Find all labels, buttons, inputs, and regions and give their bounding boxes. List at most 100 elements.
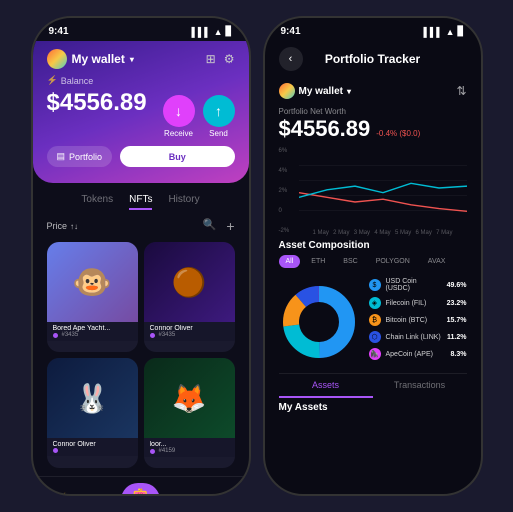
status-icons-right: ▌▌▌ ▲ ▊: [424, 26, 465, 37]
nav-item-grid[interactable]: ⊞: [180, 492, 192, 497]
right-wallet-name[interactable]: My wallet ▾: [279, 83, 351, 99]
signal-icon-right: ▌▌▌: [424, 27, 443, 37]
nft-name-3: Connor Oliver: [53, 441, 132, 448]
battery-icon-right: ▊: [458, 26, 465, 37]
nav-item-wallet[interactable]: 👛 Wallet: [121, 483, 160, 496]
pnw-amount: $4556.89: [279, 116, 371, 142]
nft-name-4: loor...: [150, 441, 229, 448]
legend-icon-ape: 🦍: [369, 348, 381, 360]
nft-card-3[interactable]: 🐰 Connor Oliver: [47, 358, 138, 468]
legend-name-4: ApeCoin (APE): [386, 351, 446, 358]
portfolio-button[interactable]: ▤ Portfolio: [47, 146, 113, 167]
receive-circle: ↓: [163, 95, 195, 127]
nft-image-3: 🐰: [47, 358, 138, 438]
nav-item-chat[interactable]: 💬: [211, 492, 228, 497]
nft-card-1[interactable]: 🐵 Bored Ape Yacht... #3435: [47, 242, 138, 352]
portfolio-buy-row: ▤ Portfolio Buy: [47, 146, 235, 167]
portfolio-icon: ▤: [57, 151, 66, 162]
price-sort[interactable]: Price ↑↓: [47, 221, 79, 231]
legend-icon-fil: ◈: [369, 297, 381, 309]
legend-item-3: ⬡ Chain Link (LINK) 11.2%: [369, 331, 467, 343]
chevron-down-icon-right: ▾: [347, 87, 351, 96]
pnw-change: -0.4% ($0.0): [376, 129, 420, 138]
btab-transactions[interactable]: Transactions: [373, 374, 467, 398]
nft-grid: 🐵 Bored Ape Yacht... #3435 🔵 Connor Oliv…: [33, 238, 249, 472]
right-phone: 9:41 ▌▌▌ ▲ ▊ ‹ Portfolio Tracker My wall…: [263, 16, 483, 496]
chain-tab-eth[interactable]: ETH: [304, 255, 332, 268]
y-label-5: -2%: [279, 228, 290, 234]
receive-button[interactable]: ↓ Receive: [163, 95, 195, 138]
chain-tab-avax[interactable]: AVAX: [421, 255, 453, 268]
x-label-5: 5 May: [395, 230, 411, 236]
legend-icon-link: ⬡: [369, 331, 381, 343]
nav-item-flash[interactable]: ⚡: [52, 492, 69, 497]
legend-icon-usdc: $: [369, 279, 381, 291]
search-icon[interactable]: 🔍: [203, 218, 217, 234]
wallet-avatar-left: [47, 49, 67, 69]
chain-tab-polygon[interactable]: POLYGON: [369, 255, 417, 268]
page-title: Portfolio Tracker: [325, 52, 420, 66]
nft-info-2: Connor Oliver #3435: [144, 322, 235, 341]
wallet-icon: 👛: [132, 487, 149, 496]
signal-icon-left: ▌▌▌: [192, 27, 211, 37]
status-bar-left: 9:41 ▌▌▌ ▲ ▊: [33, 18, 249, 41]
grid-icon[interactable]: ⊞: [206, 52, 216, 66]
nft-info-1: Bored Ape Yacht... #3435: [47, 322, 138, 341]
y-label-2: 4%: [279, 168, 290, 174]
legend-pct-0: 49.6%: [447, 282, 467, 289]
legend-name-1: Filecoin (FIL): [386, 300, 442, 307]
legend-item-4: 🦍 ApeCoin (APE) 8.3%: [369, 348, 467, 360]
legend-pct-1: 23.2%: [447, 300, 467, 307]
tab-history[interactable]: History: [168, 191, 199, 210]
chain-tab-bsc[interactable]: BSC: [336, 255, 364, 268]
nft-meta-3: [53, 448, 132, 453]
chart-labels-x: 1 May 2 May 3 May 4 May 5 May 6 May 7 Ma…: [313, 230, 453, 236]
nft-dot-3: [53, 448, 58, 453]
tab-tokens[interactable]: Tokens: [81, 191, 113, 210]
filter-sort-icon[interactable]: ⇅: [456, 84, 466, 98]
send-button[interactable]: ↑ Send: [203, 95, 235, 138]
chart-svg: [299, 148, 467, 228]
nft-info-3: Connor Oliver: [47, 438, 138, 456]
btab-assets[interactable]: Assets: [279, 374, 373, 398]
x-label-2: 2 May: [333, 230, 349, 236]
y-label-4: 0: [279, 208, 290, 214]
nft-info-4: loor... #4159: [144, 438, 235, 457]
donut-chart: [279, 282, 359, 362]
wallet-name-left[interactable]: My wallet ▾: [47, 49, 134, 69]
wifi-icon-right: ▲: [446, 27, 455, 37]
section-header-composition: Asset Composition: [265, 234, 481, 255]
nft-meta-1: #3435: [53, 332, 132, 338]
left-header: My wallet ▾ ⊞ ⚙ ⚡ Balance $4556.89 ↓ Rec…: [33, 41, 249, 183]
add-icon[interactable]: +: [226, 218, 234, 234]
legend-name-3: Chain Link (LINK): [386, 334, 443, 341]
battery-icon-left: ▊: [226, 26, 233, 37]
pnw-row: $4556.89 -0.4% ($0.0): [279, 116, 467, 142]
sort-icon: ↑↓: [70, 222, 78, 231]
legend-item-1: ◈ Filecoin (FIL) 23.2%: [369, 297, 467, 309]
tab-nfts[interactable]: NFTs: [129, 191, 152, 210]
legend-item-0: $ USD Coin (USDC) 49.6%: [369, 278, 467, 292]
y-label-1: 6%: [279, 148, 290, 154]
buy-button[interactable]: Buy: [120, 146, 234, 167]
wallet-row-left: My wallet ▾ ⊞ ⚙: [47, 49, 235, 69]
chain-tabs: All ETH BSC POLYGON AVAX: [265, 255, 481, 274]
nft-meta-4: #4159: [150, 448, 229, 454]
nft-dot-4: [150, 449, 155, 454]
right-wallet-row: My wallet ▾ ⇅: [265, 79, 481, 103]
back-button[interactable]: ‹: [279, 47, 303, 71]
status-icons-left: ▌▌▌ ▲ ▊: [192, 26, 233, 37]
header-icons-left: ⊞ ⚙: [206, 52, 235, 66]
flash-icon: ⚡: [52, 492, 69, 497]
x-label-1: 1 May: [313, 230, 329, 236]
donut-svg: [279, 282, 359, 362]
nft-card-4[interactable]: 🦊 loor... #4159: [144, 358, 235, 468]
nav-item-back[interactable]: ↺: [89, 492, 101, 497]
nft-image-1: 🐵: [47, 242, 138, 322]
legend-icon-btc: ₿: [369, 314, 381, 326]
chart-labels-y: 6% 4% 2% 0 -2%: [279, 148, 290, 234]
nft-card-2[interactable]: 🔵 Connor Oliver #3435: [144, 242, 235, 352]
y-label-3: 2%: [279, 188, 290, 194]
settings-icon[interactable]: ⚙: [224, 52, 235, 66]
chain-tab-all[interactable]: All: [279, 255, 301, 268]
